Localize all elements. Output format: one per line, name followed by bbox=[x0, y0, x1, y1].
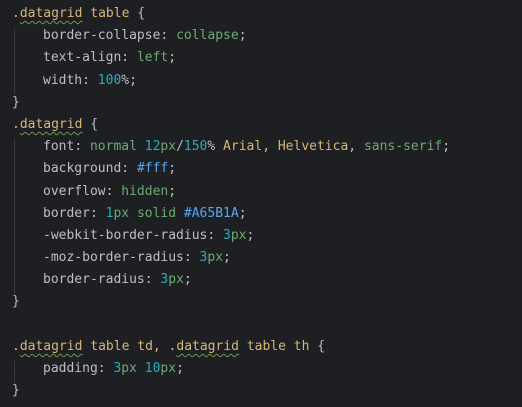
code-token: table th bbox=[239, 338, 318, 354]
code-token: } bbox=[12, 294, 20, 310]
code-token: border bbox=[43, 205, 90, 221]
code-line[interactable]: width: 100%; bbox=[12, 70, 522, 92]
code-token: ; bbox=[183, 272, 192, 288]
code-line[interactable]: .datagrid { bbox=[12, 114, 522, 136]
code-token: datagrid bbox=[19, 6, 83, 21]
code-line[interactable]: .datagrid table { bbox=[12, 3, 522, 25]
code-line[interactable]: text-align: left; bbox=[12, 47, 522, 69]
code-line[interactable] bbox=[12, 314, 522, 336]
code-token: solid bbox=[136, 205, 184, 221]
code-token: font bbox=[43, 139, 75, 155]
code-token: ; bbox=[442, 139, 451, 155]
code-token: : bbox=[82, 72, 98, 88]
code-token: : bbox=[207, 227, 224, 243]
code-token: { bbox=[137, 6, 146, 21]
code-token: . bbox=[12, 116, 20, 132]
code-token: ; bbox=[168, 183, 177, 199]
code-token: datagrid bbox=[176, 338, 239, 354]
code-token: px bbox=[207, 250, 224, 266]
code-token: : bbox=[144, 272, 161, 288]
code-token: } bbox=[12, 94, 20, 110]
code-token: normal bbox=[89, 139, 145, 155]
code-token: ; bbox=[223, 250, 231, 266]
code-token: border-radius bbox=[43, 272, 145, 288]
code-token: px bbox=[121, 361, 145, 376]
code-token: : bbox=[160, 28, 177, 44]
code-token: background bbox=[43, 161, 122, 177]
code-token: ; bbox=[168, 161, 177, 177]
code-token: padding bbox=[43, 361, 98, 376]
code-token: / bbox=[176, 139, 184, 155]
code-token: , bbox=[348, 139, 364, 155]
code-line[interactable]: border: 1px solid #A65B1A; bbox=[12, 203, 522, 225]
code-token: px bbox=[230, 227, 247, 243]
code-token: px bbox=[160, 139, 177, 155]
code-token: : bbox=[121, 50, 137, 66]
code-token: % bbox=[207, 139, 224, 155]
code-token: datagrid bbox=[19, 338, 83, 354]
code-token: hidden bbox=[121, 183, 169, 199]
code-token: : bbox=[183, 250, 200, 266]
code-token: px bbox=[160, 361, 177, 376]
code-token: { bbox=[317, 338, 326, 354]
code-token: sans-serif bbox=[363, 139, 443, 155]
code-token: : bbox=[121, 161, 137, 177]
code-token: text-align bbox=[43, 50, 122, 66]
code-token: : bbox=[105, 183, 122, 199]
code-line[interactable]: font: normal 12px/150% Arial, Helvetica,… bbox=[12, 136, 522, 158]
code-token: % bbox=[121, 72, 130, 88]
code-line[interactable]: } bbox=[12, 92, 522, 114]
code-line[interactable]: .datagrid table td, .datagrid table th { bbox=[12, 336, 522, 358]
code-token: : bbox=[74, 139, 90, 155]
code-token: Arial bbox=[223, 139, 263, 155]
code-token: #fff bbox=[136, 161, 169, 177]
code-token: border-collapse bbox=[43, 28, 161, 44]
code-line[interactable]: -webkit-border-radius: 3px; bbox=[12, 225, 522, 247]
code-lines[interactable]: .datagrid table {border-collapse: collap… bbox=[12, 3, 522, 402]
code-token: left bbox=[136, 50, 169, 66]
code-token: 3 bbox=[223, 227, 231, 243]
code-line[interactable]: } bbox=[12, 380, 522, 402]
code-token: datagrid bbox=[19, 116, 83, 132]
code-token: } bbox=[12, 383, 20, 399]
code-token: , bbox=[262, 139, 278, 155]
code-token: table bbox=[82, 6, 138, 21]
code-line[interactable]: background: #fff; bbox=[12, 158, 522, 180]
code-token: Helvetica bbox=[277, 139, 349, 155]
code-token: -webkit-border-radius bbox=[43, 227, 208, 243]
code-token: 10 bbox=[144, 361, 161, 376]
code-token: width bbox=[43, 72, 83, 88]
code-token: -moz-border-radius bbox=[43, 250, 184, 266]
code-token: . bbox=[12, 338, 20, 354]
code-token: px bbox=[168, 272, 184, 288]
code-token: : bbox=[97, 361, 114, 376]
code-token: ; bbox=[238, 205, 247, 221]
code-token: #A65B1A bbox=[183, 205, 239, 221]
code-line[interactable]: border-radius: 3px; bbox=[12, 269, 522, 291]
code-line[interactable]: } bbox=[12, 291, 522, 313]
code-token: ; bbox=[238, 28, 247, 44]
code-token: collapse bbox=[176, 28, 239, 44]
code-line[interactable]: padding: 3px 10px; bbox=[12, 358, 522, 380]
code-line[interactable]: -moz-border-radius: 3px; bbox=[12, 247, 522, 269]
code-token: ; bbox=[246, 227, 255, 243]
code-token: ; bbox=[176, 361, 184, 376]
code-token: px bbox=[113, 205, 137, 221]
code-editor[interactable]: .datagrid table {border-collapse: collap… bbox=[0, 0, 522, 407]
code-token: table td, . bbox=[82, 338, 177, 354]
code-token: : bbox=[89, 205, 106, 221]
code-token: ; bbox=[168, 50, 177, 66]
code-token: 100 bbox=[97, 72, 122, 88]
code-line[interactable]: border-collapse: collapse; bbox=[12, 25, 522, 47]
code-token: { bbox=[90, 116, 99, 132]
code-token: 150 bbox=[183, 139, 208, 155]
code-token: overflow bbox=[43, 183, 106, 199]
code-line[interactable]: overflow: hidden; bbox=[12, 181, 522, 203]
code-token: ; bbox=[129, 72, 137, 88]
code-token: . bbox=[12, 6, 20, 21]
code-token: 12 bbox=[144, 139, 161, 155]
